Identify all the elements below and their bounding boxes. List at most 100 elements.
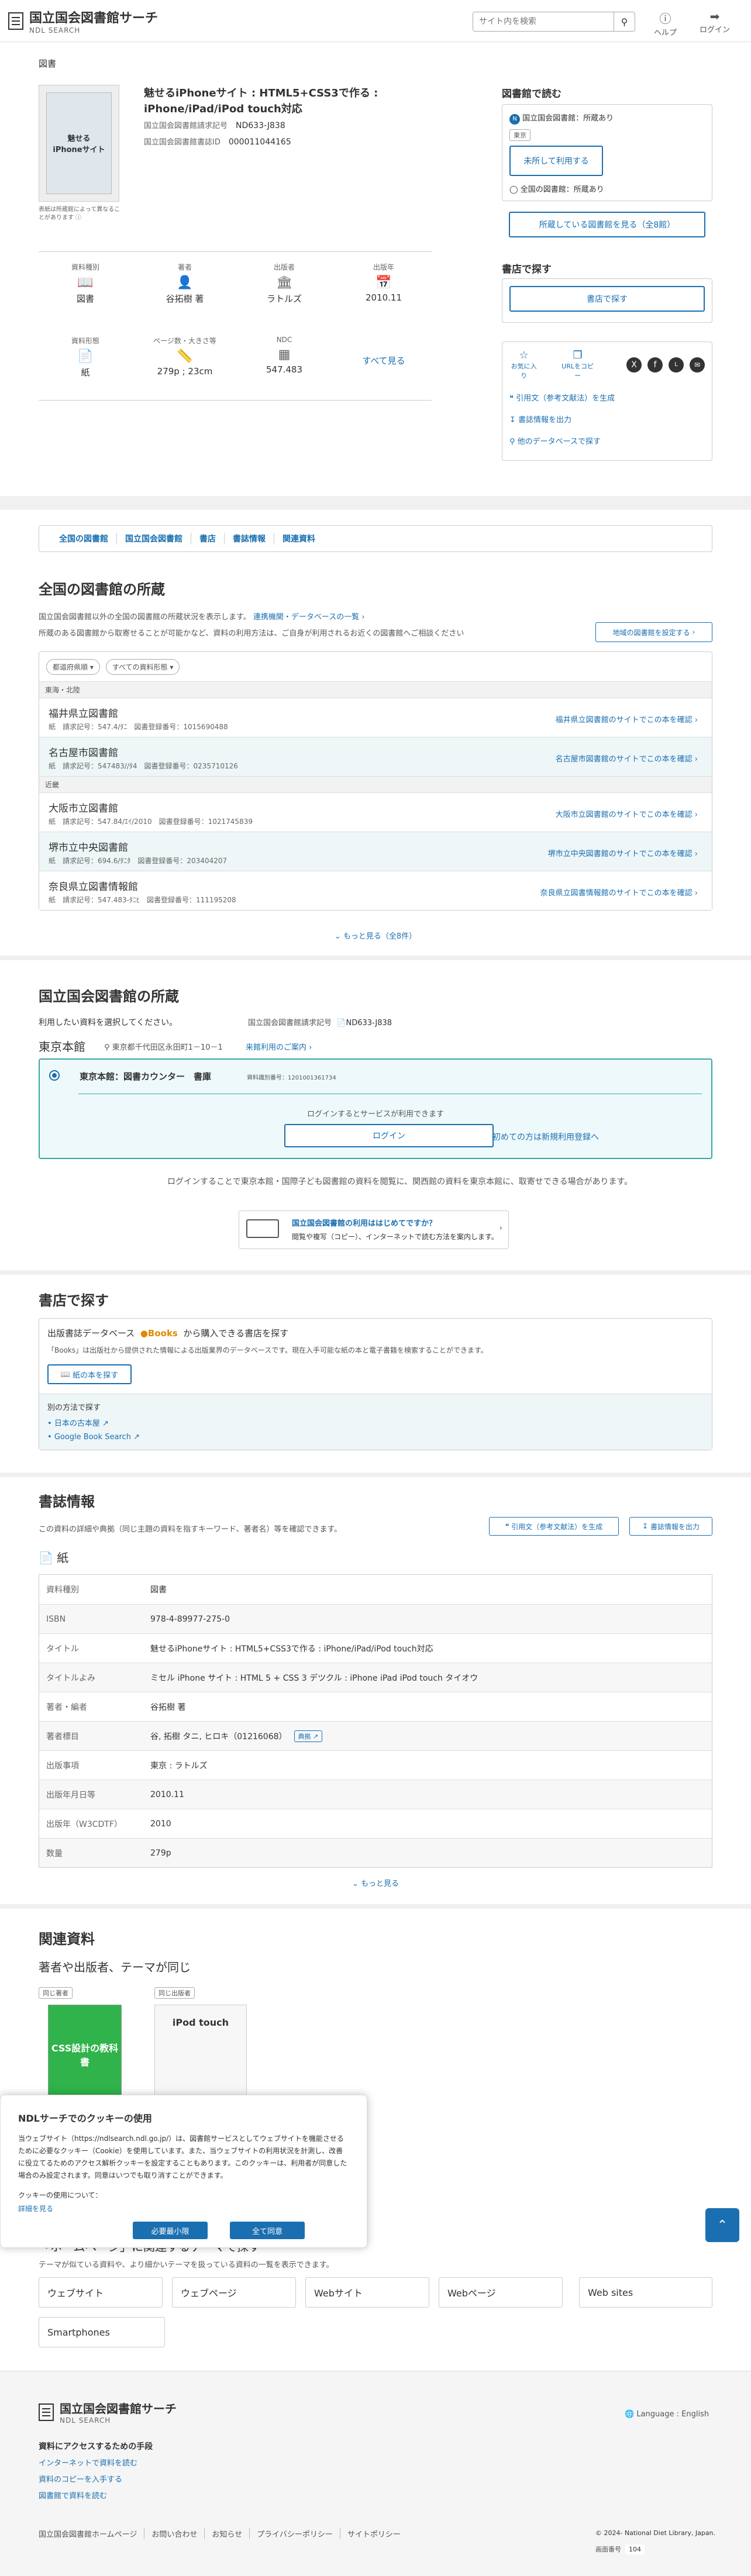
- search-icon: ⚲: [509, 437, 515, 446]
- favorite-button[interactable]: ☆ お気に入り: [509, 349, 538, 380]
- biblio-export-button[interactable]: ↧ 書誌情報を出力: [629, 1517, 712, 1536]
- books-logo-icon: ●: [140, 1328, 148, 1339]
- find-paper-book-button[interactable]: 📖 紙の本を探す: [47, 1364, 132, 1384]
- export-link[interactable]: ↧ 書誌情報を出力: [509, 413, 705, 425]
- biblio-citation-button[interactable]: ❝ 引用文（参考文献法）を生成: [489, 1517, 619, 1536]
- holdings-title: 全国の図書館の所蔵: [39, 581, 165, 598]
- cookie-body: 当ウェブサイト（https://ndlsearch.ndl.go.jp/）は、図…: [18, 2134, 347, 2180]
- table-row: 数量 279p: [39, 1838, 712, 1867]
- ndl-note: ログインすることで東京本館・国際子ども図書館の資料を閲覧に、関西館の資料を東京本…: [167, 1177, 633, 1187]
- author-heading-link[interactable]: 谷, 拓樹 タニ, ヒロキ（01216068）: [150, 1730, 287, 1742]
- facebook-share-icon[interactable]: f: [647, 357, 663, 373]
- library-detail: 紙 請求記号：547.84/ｴｲ/2010 図書登録番号：1021745839: [49, 818, 253, 826]
- google-books-link[interactable]: • Google Book Search ↗: [47, 1433, 704, 1442]
- citation-link[interactable]: ❝ 引用文（参考文献法）を生成: [509, 392, 705, 403]
- tab-ndl[interactable]: 国立国会図書館: [117, 533, 191, 544]
- cookie-detail-link[interactable]: 詳細を見る: [18, 2203, 53, 2213]
- other-db-link[interactable]: ⚲ 他のデータベースで探す: [509, 435, 705, 446]
- ndl-login-button[interactable]: ログイン: [284, 1124, 494, 1147]
- library-link[interactable]: 福井県立図書館のサイトでこの本を確認 ›: [556, 713, 698, 725]
- footer-bottom-link[interactable]: 国立国会図書館ホームページ: [39, 2528, 145, 2539]
- fact-publisher: 出版者 🏛 ラトルズ: [237, 262, 331, 305]
- theme-chip[interactable]: Web sites: [579, 2277, 712, 2308]
- pin-icon: ⚲: [104, 1043, 110, 1052]
- library-link[interactable]: 堺市立中央図書館のサイトでこの本を確認 ›: [548, 847, 698, 858]
- library-name: 福井県立図書館: [49, 708, 118, 720]
- help-button[interactable]: ⓘ ヘルプ: [654, 9, 677, 37]
- search-input[interactable]: [473, 12, 614, 31]
- copyright: © 2024- National Diet Library, Japan.: [595, 2529, 716, 2537]
- theme-chip[interactable]: Webページ: [439, 2277, 563, 2308]
- register-link[interactable]: 初めての方は新規利用登録へ: [492, 1131, 599, 1143]
- logo-subtitle: NDL SEARCH: [29, 26, 81, 35]
- language-switch[interactable]: 🌐 Language : English: [625, 2410, 709, 2419]
- url-copy-button[interactable]: ❐ URLをコピー: [560, 349, 595, 380]
- line-share-icon[interactable]: L: [669, 357, 684, 373]
- footer-bottom-link[interactable]: プライバシーポリシー: [250, 2528, 340, 2539]
- books-logo: ●Books: [140, 1328, 178, 1339]
- footer-bottom-links: 国立国会図書館ホームページ お問い合わせ お知らせ プライバシーポリシー サイト…: [39, 2528, 408, 2539]
- tab-bookstore[interactable]: 書店: [191, 533, 225, 544]
- authority-button[interactable]: 典拠 ↗: [294, 1730, 323, 1742]
- related-book-cover[interactable]: CSS設計の教科書: [48, 2005, 122, 2104]
- cookie-necessary-button[interactable]: 必要最小限: [133, 2222, 208, 2239]
- shop-button[interactable]: 書店で探す: [509, 286, 705, 312]
- theme-chip[interactable]: Webサイト: [305, 2277, 429, 2308]
- kosho-link[interactable]: • 日本の古本屋 ↗: [47, 1417, 704, 1428]
- publisher-link[interactable]: 東京 : ラトルズ: [150, 1760, 208, 1771]
- footer-link[interactable]: 資料のコピーを入手する: [39, 2473, 122, 2484]
- tab-national-libraries[interactable]: 全国の図書館: [51, 533, 117, 544]
- bookstore-box: 出版書誌データベース ●Books から購入できる書店を探す 「Books」は出…: [39, 1318, 712, 1450]
- cover-note: 表紙は所蔵館によって異なることがあります ⓘ: [39, 206, 120, 221]
- library-link[interactable]: 名古屋市図書館のサイトでこの本を確認 ›: [556, 753, 698, 764]
- first-time-guide[interactable]: 国立国会図書館の利用ははじめてですか？ 閲覧や複写（コピー）、インターネットで読…: [239, 1211, 509, 1249]
- login-button[interactable]: ➡ ログイン: [700, 9, 730, 35]
- x-share-icon[interactable]: X: [626, 357, 642, 373]
- cookie-accept-button[interactable]: 全て同意: [230, 2222, 305, 2239]
- theme-chip[interactable]: ウェブサイト: [39, 2277, 163, 2308]
- biblio-table: 資料種別 図書 ISBN 978-4-89977-275-0 タイトル 魅せるiPho…: [39, 1574, 712, 1868]
- biblio-form: 📄 紙: [39, 1551, 69, 1565]
- set-region-button[interactable]: 地域の図書館を設定する ›: [595, 622, 712, 642]
- tab-bibliographic[interactable]: 書誌情報: [225, 533, 274, 544]
- bookstore-title: 書店で探す: [39, 1292, 109, 1309]
- footer-bottom-link[interactable]: サイトポリシー: [340, 2528, 408, 2539]
- mail-share-icon[interactable]: ✉: [690, 357, 705, 373]
- divider: [0, 956, 751, 960]
- library-link[interactable]: 奈良県立図書情報館のサイトでこの本を確認 ›: [540, 887, 698, 898]
- tab-related[interactable]: 関連資料: [274, 533, 323, 544]
- site-logo[interactable]: 国立国会図書館サーチ NDL SEARCH: [8, 8, 158, 35]
- footer-link[interactable]: インターネットで資料を読む: [39, 2457, 137, 2468]
- item-radio[interactable]: [49, 1070, 60, 1081]
- footer-bottom-link[interactable]: お知らせ: [205, 2528, 250, 2539]
- theme-chip[interactable]: ウェブページ: [172, 2277, 296, 2308]
- person-icon: 👤: [177, 275, 193, 290]
- use-without-login-button[interactable]: 未所して利用する: [509, 146, 603, 176]
- form-filter-dropdown[interactable]: すべての資料形態 ▾: [105, 658, 180, 675]
- calendar-icon: 📅: [376, 275, 392, 290]
- sort-dropdown[interactable]: 都道府県順 ▾: [46, 658, 100, 675]
- see-all-link[interactable]: すべて見る: [337, 354, 430, 367]
- cookie-banner: NDLサーチでのクッキーの使用 当ウェブサイト（https://ndlsearc…: [0, 2095, 367, 2248]
- back-to-top-button[interactable]: ⌃: [705, 2208, 739, 2242]
- title-link[interactable]: 魅せるiPhoneサイト : HTML5+CSS3で作る : iPhone/iP…: [150, 1643, 433, 1654]
- footer-bottom-link[interactable]: お問い合わせ: [144, 2528, 205, 2539]
- related-book-cover[interactable]: iPod touch: [154, 2005, 247, 2104]
- login-label: ログイン: [700, 26, 731, 35]
- footer-logo[interactable]: 国立国会図書館サーチ NDL SEARCH: [39, 2399, 177, 2425]
- library-link[interactable]: 大阪市立図書館のサイトでこの本を確認 ›: [556, 808, 698, 819]
- footer-link[interactable]: 図書館で資料を読む: [39, 2489, 107, 2501]
- theme-chip[interactable]: Smartphones: [39, 2317, 165, 2347]
- more-biblio-link[interactable]: ⌄ もっと見る: [0, 1877, 751, 1888]
- search-button[interactable]: ⚲: [614, 12, 635, 31]
- info-icon[interactable]: ⓘ: [75, 215, 81, 221]
- branch-name: 東京本館: [39, 1040, 85, 1054]
- table-row: 出版事項 東京 : ラトルズ: [39, 1750, 712, 1780]
- visit-guide-link[interactable]: 来館利用のご案内 ›: [246, 1041, 312, 1052]
- view-holdings-button[interactable]: 所蔵している図書館を見る（全8館）: [509, 212, 705, 237]
- bib-id: 国立国会図書館書誌ID 000011044165: [144, 137, 291, 147]
- divider: [39, 400, 432, 401]
- tokyo-tag: 東京: [509, 129, 530, 141]
- more-holdings-link[interactable]: ⌄ もっと見る（全8件）: [0, 930, 751, 941]
- partner-list-link[interactable]: 連携機関・データベースの一覧: [253, 613, 359, 622]
